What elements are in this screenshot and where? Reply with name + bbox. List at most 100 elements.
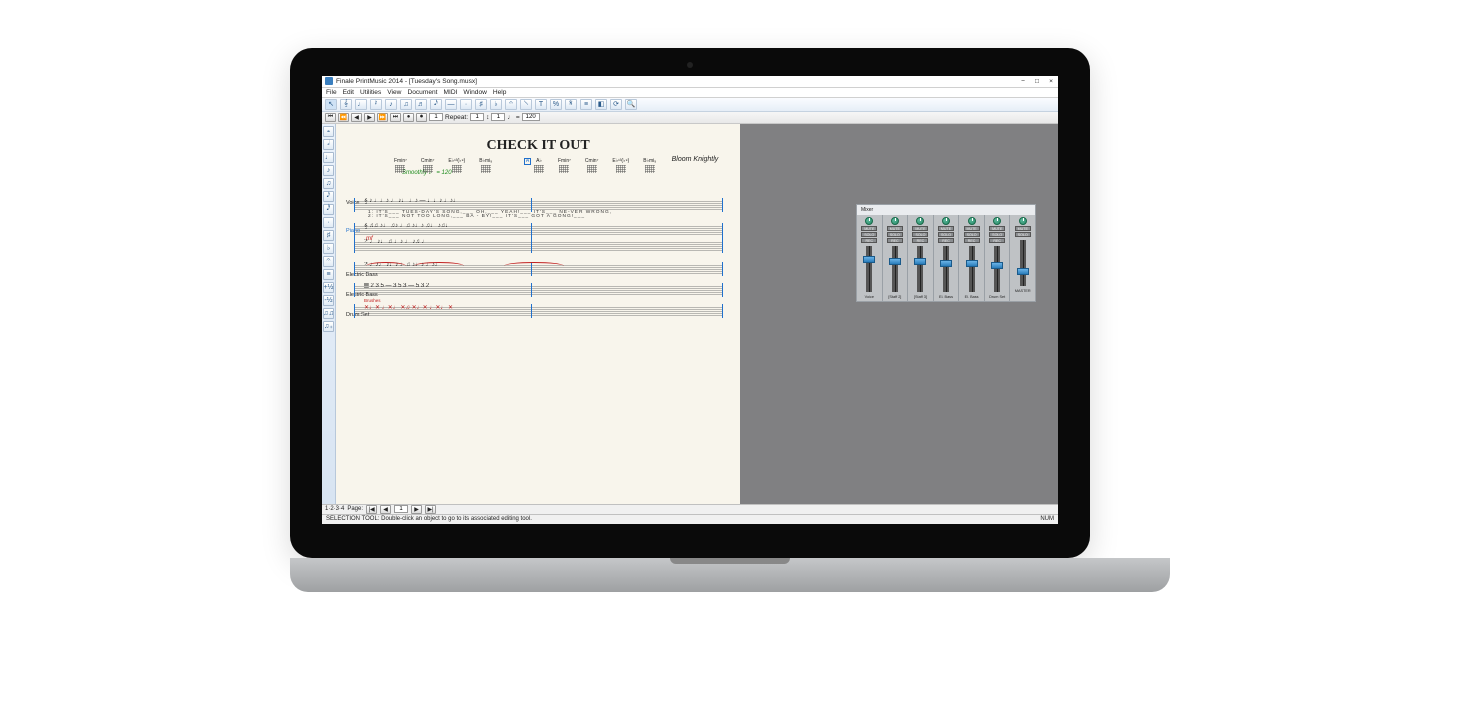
palette-button-11[interactable]: ≡ [323, 269, 334, 280]
toolbar-button-9[interactable]: · [460, 99, 472, 110]
playback-button-7[interactable]: ⏺ [416, 113, 427, 122]
toolbar-button-2[interactable]: ♩ [355, 99, 367, 110]
toolbar-button-8[interactable]: — [445, 99, 457, 110]
pan-knob[interactable] [891, 217, 899, 225]
mute-button[interactable]: MUTE [964, 226, 980, 231]
tempo-input[interactable] [522, 113, 540, 121]
volume-fader[interactable] [969, 246, 975, 292]
pan-knob[interactable] [942, 217, 950, 225]
palette-button-0[interactable]: 𝅝 [323, 126, 334, 137]
pan-knob[interactable] [1019, 217, 1027, 225]
mute-button[interactable]: MUTE [912, 226, 928, 231]
page-next[interactable]: ▶ [411, 505, 422, 514]
page-last[interactable]: ▶| [425, 505, 436, 514]
toolbar-button-13[interactable]: 𝆲 [520, 99, 532, 110]
menu-edit[interactable]: Edit [343, 89, 354, 96]
mute-button[interactable]: MUTE [861, 226, 877, 231]
close-button[interactable]: × [1047, 78, 1055, 85]
palette-button-14[interactable]: ♫♫ [323, 308, 334, 319]
palette-button-9[interactable]: ♭ [323, 243, 334, 254]
solo-button[interactable]: SOLO [989, 232, 1005, 237]
menu-midi[interactable]: MIDI [444, 89, 458, 96]
page-first[interactable]: |◀ [366, 505, 377, 514]
toolbar-button-7[interactable]: 𝅘𝅥𝅯 [430, 99, 442, 110]
solo-button[interactable]: SOLO [912, 232, 928, 237]
repeat-from-input[interactable] [470, 113, 484, 121]
menu-file[interactable]: File [326, 89, 337, 96]
page-prev[interactable]: ◀ [380, 505, 391, 514]
page-input[interactable] [394, 505, 408, 513]
playback-button-6[interactable]: ● [403, 113, 414, 122]
score-page[interactable]: CHECK IT OUT Bloom Knightly Smoothly ♩ =… [336, 124, 740, 504]
palette-button-15[interactable]: ♫₊ [323, 321, 334, 332]
toolbar-button-10[interactable]: ♯ [475, 99, 487, 110]
playback-button-4[interactable]: ⏩ [377, 113, 388, 122]
mute-button[interactable]: MUTE [887, 226, 903, 231]
pan-knob[interactable] [993, 217, 1001, 225]
toolbar-button-16[interactable]: 𝄋 [565, 99, 577, 110]
maximize-button[interactable]: □ [1033, 78, 1041, 85]
staff-piano[interactable]: 𝄞 ♫♫ ♪♩ ♫♪ ♩♫ ♪♩♪ ♫♩ ♪♫♩ 𝄢 ♩ ♪♩ ♫ ♩♪ ♩ ♪… [354, 223, 722, 253]
toolbar-button-3[interactable]: 𝄽 [370, 99, 382, 110]
toolbar-button-11[interactable]: ♭ [490, 99, 502, 110]
mixer-panel[interactable]: Mixer MUTESOLORECVoiceMUTESOLOREC[Staff … [856, 204, 1036, 302]
rec-button[interactable]: REC [861, 238, 877, 243]
menu-utilities[interactable]: Utilities [360, 89, 381, 96]
menu-window[interactable]: Window [463, 89, 486, 96]
toolbar-button-17[interactable]: ≡ [580, 99, 592, 110]
palette-button-12[interactable]: +½ [323, 282, 334, 293]
toolbar-button-20[interactable]: 🔍 [625, 99, 637, 110]
mute-button[interactable]: MUTE [989, 226, 1005, 231]
toolbar-button-18[interactable]: ◧ [595, 99, 607, 110]
playback-button-0[interactable]: ⏮ [325, 113, 336, 122]
solo-button[interactable]: SOLO [938, 232, 954, 237]
volume-fader[interactable] [1020, 240, 1026, 286]
volume-fader[interactable] [943, 246, 949, 292]
volume-fader[interactable] [917, 246, 923, 292]
volume-fader[interactable] [866, 246, 872, 292]
volume-fader[interactable] [994, 246, 1000, 292]
toolbar-button-14[interactable]: T [535, 99, 547, 110]
palette-button-13[interactable]: -½ [323, 295, 334, 306]
palette-button-1[interactable]: 𝅗𝅥 [323, 139, 334, 150]
toolbar-button-12[interactable]: 𝄐 [505, 99, 517, 110]
pan-knob[interactable] [916, 217, 924, 225]
menu-document[interactable]: Document [407, 89, 437, 96]
solo-button[interactable]: SOLO [887, 232, 903, 237]
toolbar-button-15[interactable]: % [550, 99, 562, 110]
rec-button[interactable]: REC [938, 238, 954, 243]
staff-voice[interactable]: 𝄞 ♪ ♩♩♪ ♩ ♪♩ ♩♪ — ♩♩♪ ♩♪♩ 1: IT'S___ TUE… [354, 198, 722, 212]
staff-bass2[interactable]: 𝄚 2 3 5 — 3 5 3 — 5 3 2 [354, 283, 722, 297]
menu-help[interactable]: Help [493, 89, 507, 96]
palette-button-5[interactable]: 𝅘𝅥𝅯 [323, 191, 334, 202]
toolbar-button-0[interactable]: ↖ [325, 99, 337, 110]
minimize-button[interactable]: − [1019, 78, 1027, 85]
solo-button[interactable]: SOLO [1015, 232, 1031, 237]
solo-button[interactable]: SOLO [964, 232, 980, 237]
pan-knob[interactable] [865, 217, 873, 225]
staff-bass1[interactable]: 𝄢 ♩♪♩ ♪♩♪ ♩♫ ♪♩♪ ♩♪♩ [354, 262, 722, 276]
palette-button-6[interactable]: 𝅘𝅥𝅰 [323, 204, 334, 215]
pan-knob[interactable] [968, 217, 976, 225]
menu-view[interactable]: View [387, 89, 401, 96]
rec-button[interactable]: REC [912, 238, 928, 243]
palette-button-4[interactable]: ♫ [323, 178, 334, 189]
toolbar-button-5[interactable]: ♫ [400, 99, 412, 110]
palette-button-3[interactable]: ♪ [323, 165, 334, 176]
playback-button-1[interactable]: ⏪ [338, 113, 349, 122]
solo-button[interactable]: SOLO [861, 232, 877, 237]
rec-button[interactable]: REC [964, 238, 980, 243]
toolbar-button-6[interactable]: ♬ [415, 99, 427, 110]
volume-fader[interactable] [892, 246, 898, 292]
playback-button-3[interactable]: ▶ [364, 113, 375, 122]
palette-button-2[interactable]: ♩ [323, 152, 334, 163]
toolbar-button-1[interactable]: 𝄞 [340, 99, 352, 110]
playback-button-2[interactable]: ◀ [351, 113, 362, 122]
layout-selector[interactable]: 1·2·3·4 [325, 506, 344, 512]
playback-button-5[interactable]: ⏭ [390, 113, 401, 122]
palette-button-10[interactable]: 𝄐 [323, 256, 334, 267]
repeat-to-input[interactable] [491, 113, 505, 121]
mute-button[interactable]: MUTE [1015, 226, 1031, 231]
rec-button[interactable]: REC [989, 238, 1005, 243]
rec-button[interactable]: REC [887, 238, 903, 243]
